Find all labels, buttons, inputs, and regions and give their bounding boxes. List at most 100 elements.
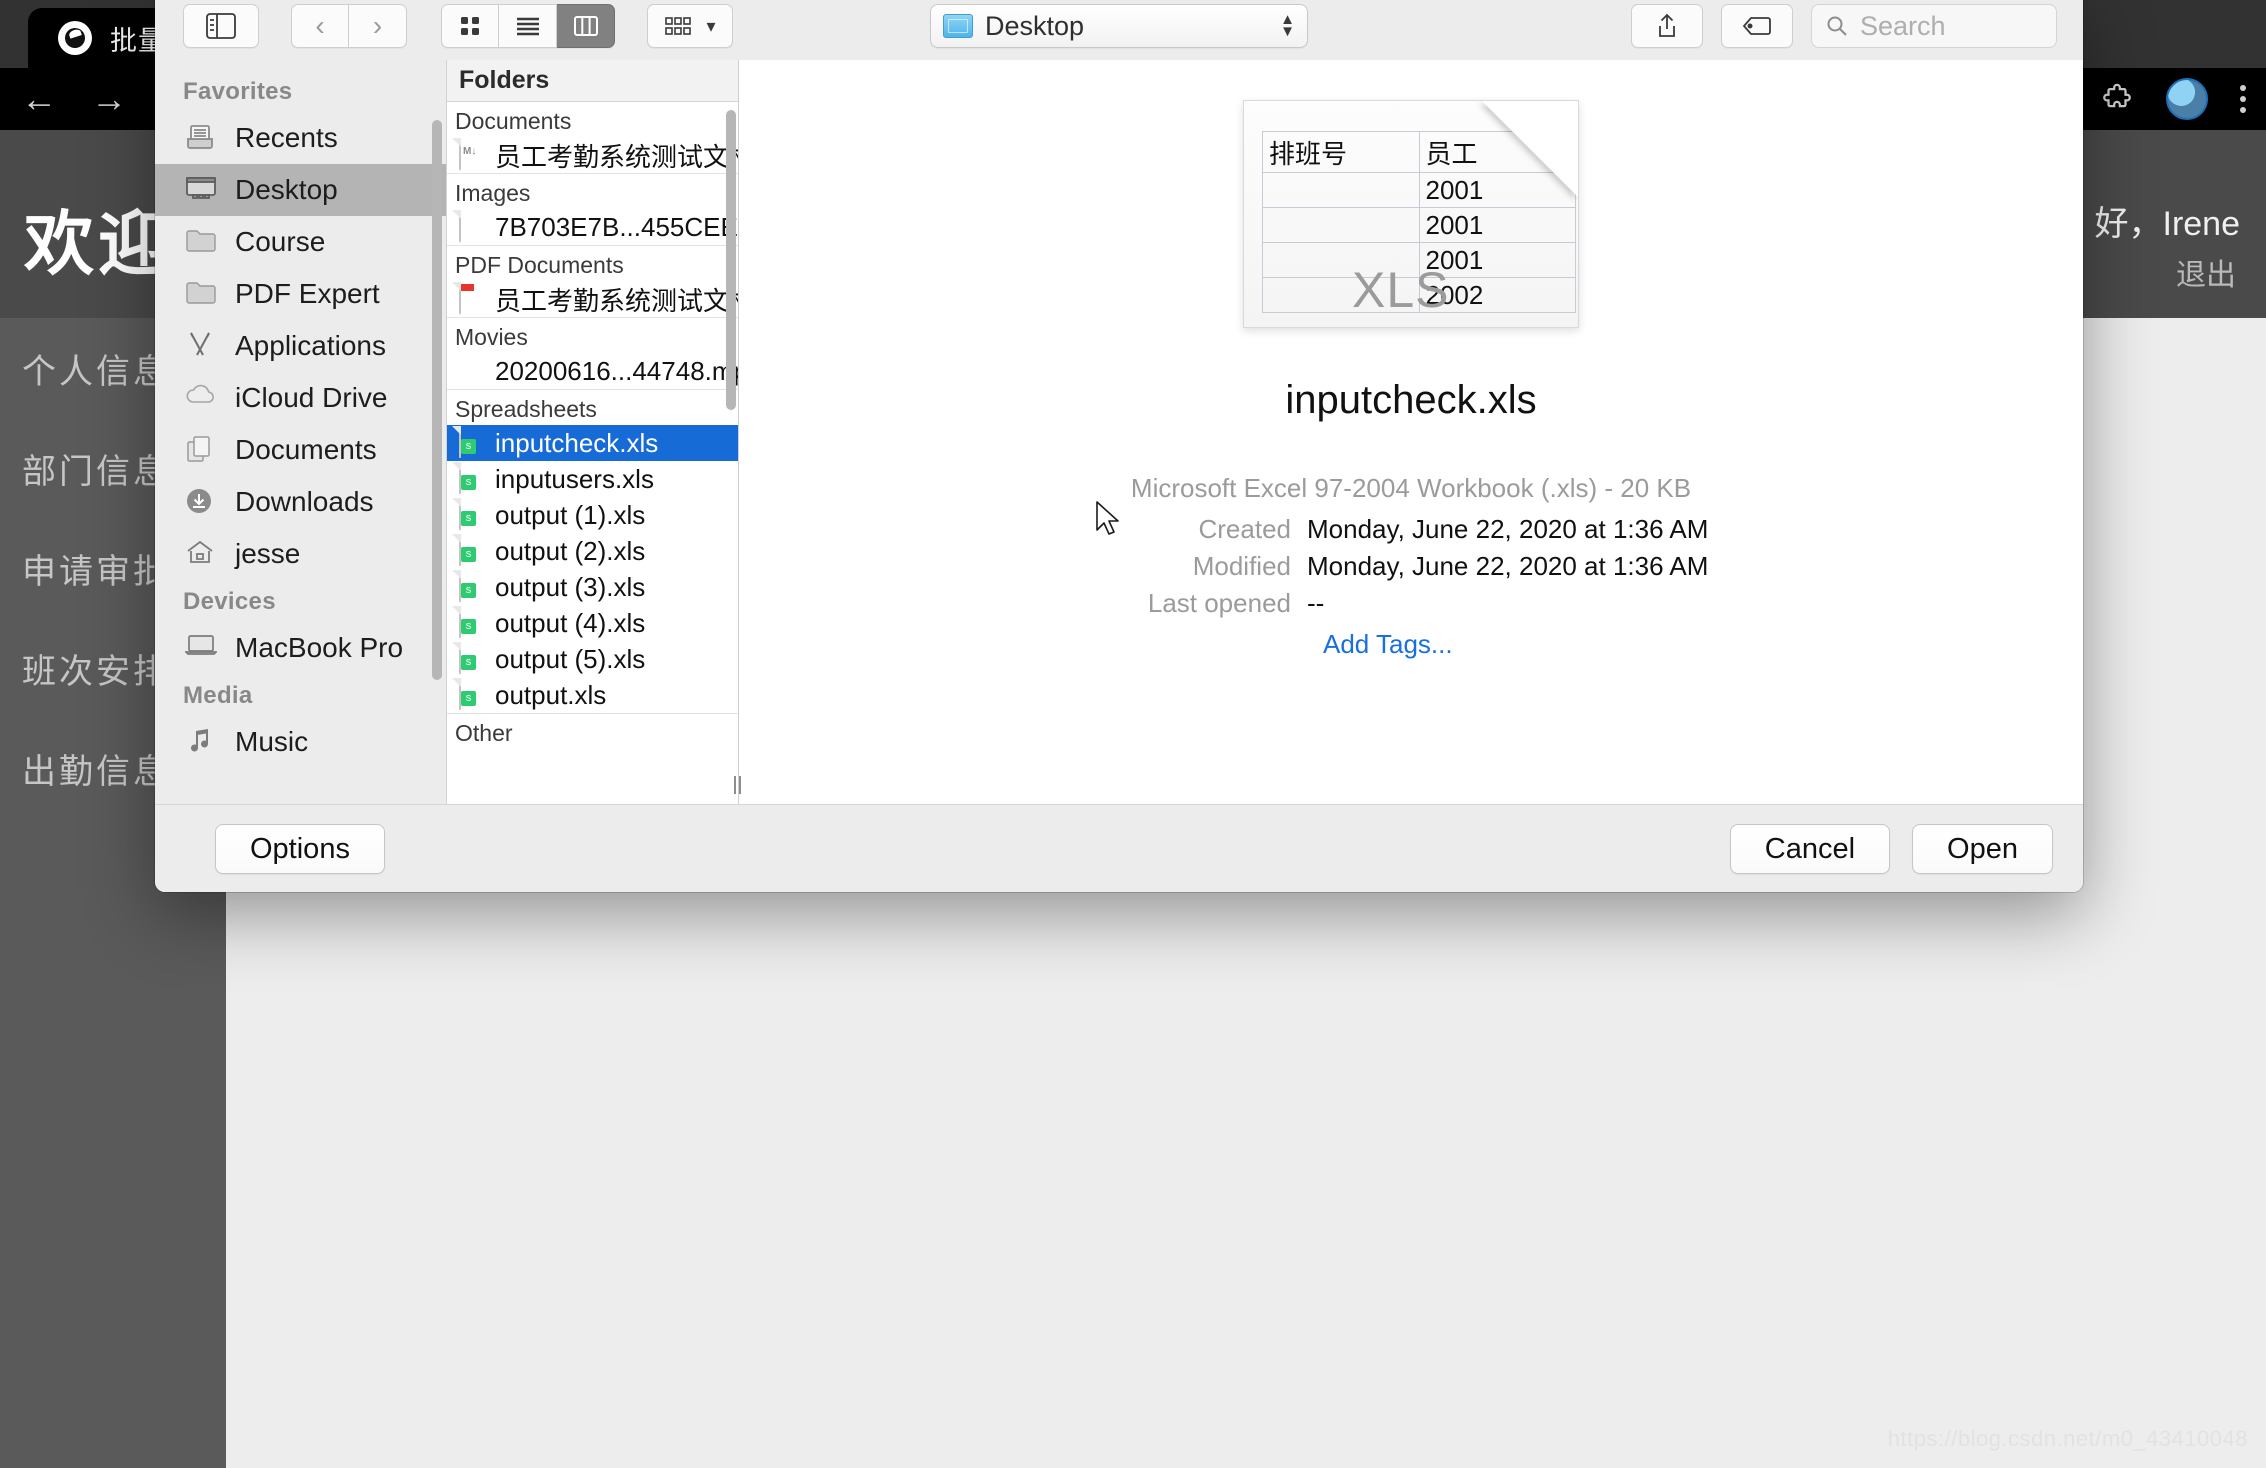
dialog-body: Favorites Recents [155,60,2083,804]
dialog-sidebar: Favorites Recents [155,60,447,804]
image-file-icon [459,211,485,243]
file-name: 7B703E7B...455CEE.jpg [495,212,738,243]
movie-file-icon [459,355,485,387]
group-label-pdf-documents: PDF Documents [447,245,738,281]
sidebar-item-jesse[interactable]: jesse [155,528,446,580]
chevron-right-icon[interactable]: › [349,4,407,48]
sidebar-item-applications[interactable]: Applications [155,320,446,372]
desktop-icon [185,175,219,205]
sidebar-item-downloads[interactable]: Downloads [155,476,446,528]
file-column: Folders Documents M↓ 员工考勤系统测试文档 Images [447,60,739,804]
list-item[interactable]: s output.xls [447,677,738,713]
file-name: inputcheck.xls [495,428,658,459]
list-item[interactable]: s inputusers.xls [447,461,738,497]
file-name: output (2).xls [495,536,645,567]
preview-pane: 排班号 员工 2001 2001 [739,60,2083,804]
options-button[interactable]: Options [215,824,385,874]
sidebar-item-label: Documents [235,434,377,466]
sidebar-item-label: iCloud Drive [235,382,388,414]
sidebar-item-pdf-expert[interactable]: PDF Expert [155,268,446,320]
home-icon [185,539,219,569]
sidebar-item-icloud-drive[interactable]: iCloud Drive [155,372,446,424]
chevron-left-icon[interactable]: ‹ [291,4,349,48]
column-resize-handle[interactable] [730,774,744,796]
navigation-buttons: ‹ › [291,4,407,48]
column-view-icon[interactable] [557,4,615,48]
preview-field-value: Monday, June 22, 2020 at 1:36 AM [1307,551,1708,582]
preview-field-created: Created Monday, June 22, 2020 at 1:36 AM [1111,514,1711,545]
list-item[interactable]: 员工考勤系统测试文档.pdf [447,281,738,317]
browser-toolbar-right [2100,68,2246,130]
xls-file-icon: s [459,607,485,639]
sidebar-toggle-icon[interactable] [183,4,259,48]
list-item[interactable]: 20200616...44748.mp4 [447,353,738,389]
greeting-text: 好，Irene [2095,196,2241,245]
browser-back-icon[interactable]: ← [8,68,70,130]
preview-field-key: Modified [1111,551,1307,582]
puzzle-icon[interactable] [2100,82,2134,116]
share-icon[interactable] [1631,4,1703,48]
cancel-button[interactable]: Cancel [1730,824,1890,874]
preview-field-modified: Modified Monday, June 22, 2020 at 1:36 A… [1111,551,1711,582]
list-item[interactable]: s output (2).xls [447,533,738,569]
open-button[interactable]: Open [1912,824,2053,874]
list-item[interactable]: 7B703E7B...455CEE.jpg [447,209,738,245]
sidebar-item-documents[interactable]: Documents [155,424,446,476]
file-name: 20200616...44748.mp4 [495,356,738,387]
sidebar-item-course[interactable]: Course [155,216,446,268]
favicon-icon [58,21,92,55]
column-header: Folders [447,60,738,102]
list-item[interactable]: M↓ 员工考勤系统测试文档 [447,137,738,173]
xls-watermark: XLS [1352,261,1450,319]
list-item[interactable]: s output (4).xls [447,605,738,641]
list-item-selected[interactable]: s inputcheck.xls [447,425,738,461]
view-mode-buttons [441,4,615,48]
group-label-images: Images [447,173,738,209]
search-input[interactable]: Search [1811,4,2057,48]
list-item[interactable]: s output (1).xls [447,497,738,533]
kebab-menu-icon[interactable] [2240,85,2246,113]
list-item[interactable]: s output (3).xls [447,569,738,605]
xls-file-icon: s [459,499,485,531]
documents-icon [185,435,219,465]
file-list[interactable]: Documents M↓ 员工考勤系统测试文档 Images [447,102,738,804]
footer-actions: Cancel Open [1730,824,2053,874]
sidebar-item-recents[interactable]: Recents [155,112,446,164]
logout-link[interactable]: 退出 [2176,250,2236,294]
browser-forward-icon[interactable]: → [78,68,140,130]
group-label-spreadsheets: Spreadsheets [447,389,738,425]
toolbar-right-group: Search [1631,4,2057,48]
tag-icon[interactable] [1721,4,1793,48]
preview-field-value: -- [1307,588,1324,619]
page-curl-icon [1482,101,1578,197]
preview-file-name: inputcheck.xls [1285,378,1536,423]
preview-field-key: Created [1111,514,1307,545]
avatar[interactable] [2166,78,2208,120]
add-tags-link[interactable]: Add Tags... [1111,629,1711,660]
path-popup-button[interactable]: Desktop ▲▼ [930,4,1308,48]
preview-field-last-opened: Last opened -- [1111,588,1711,619]
sidebar-section-devices-header: Devices [155,580,446,622]
sidebar-item-label: Recents [235,122,338,154]
sidebar-item-label: Downloads [235,486,374,518]
preview-field-key: Last opened [1111,588,1307,619]
xls-file-icon: s [459,571,485,603]
sidebar-item-music[interactable]: Music [155,716,446,768]
music-note-icon [185,727,219,757]
arrange-by-icon[interactable]: ▾ [647,4,733,48]
list-item[interactable]: s output (5).xls [447,641,738,677]
file-list-scrollbar[interactable] [726,110,736,410]
dialog-columns: Folders Documents M↓ 员工考勤系统测试文档 Images [447,60,2083,804]
dialog-toolbar: ‹ › [155,0,2083,60]
sidebar-item-desktop[interactable]: Desktop [155,164,446,216]
path-popup-label: Desktop [985,11,1084,42]
xls-file-icon: s [459,679,485,711]
icon-view-icon[interactable] [441,4,499,48]
sidebar-item-macbook-pro[interactable]: MacBook Pro [155,622,446,674]
file-name: output (4).xls [495,608,645,639]
sidebar-scrollbar[interactable] [432,120,442,680]
xls-file-icon: s [459,427,485,459]
file-name: 员工考勤系统测试文档 [495,137,738,173]
search-icon [1826,15,1848,37]
list-view-icon[interactable] [499,4,557,48]
